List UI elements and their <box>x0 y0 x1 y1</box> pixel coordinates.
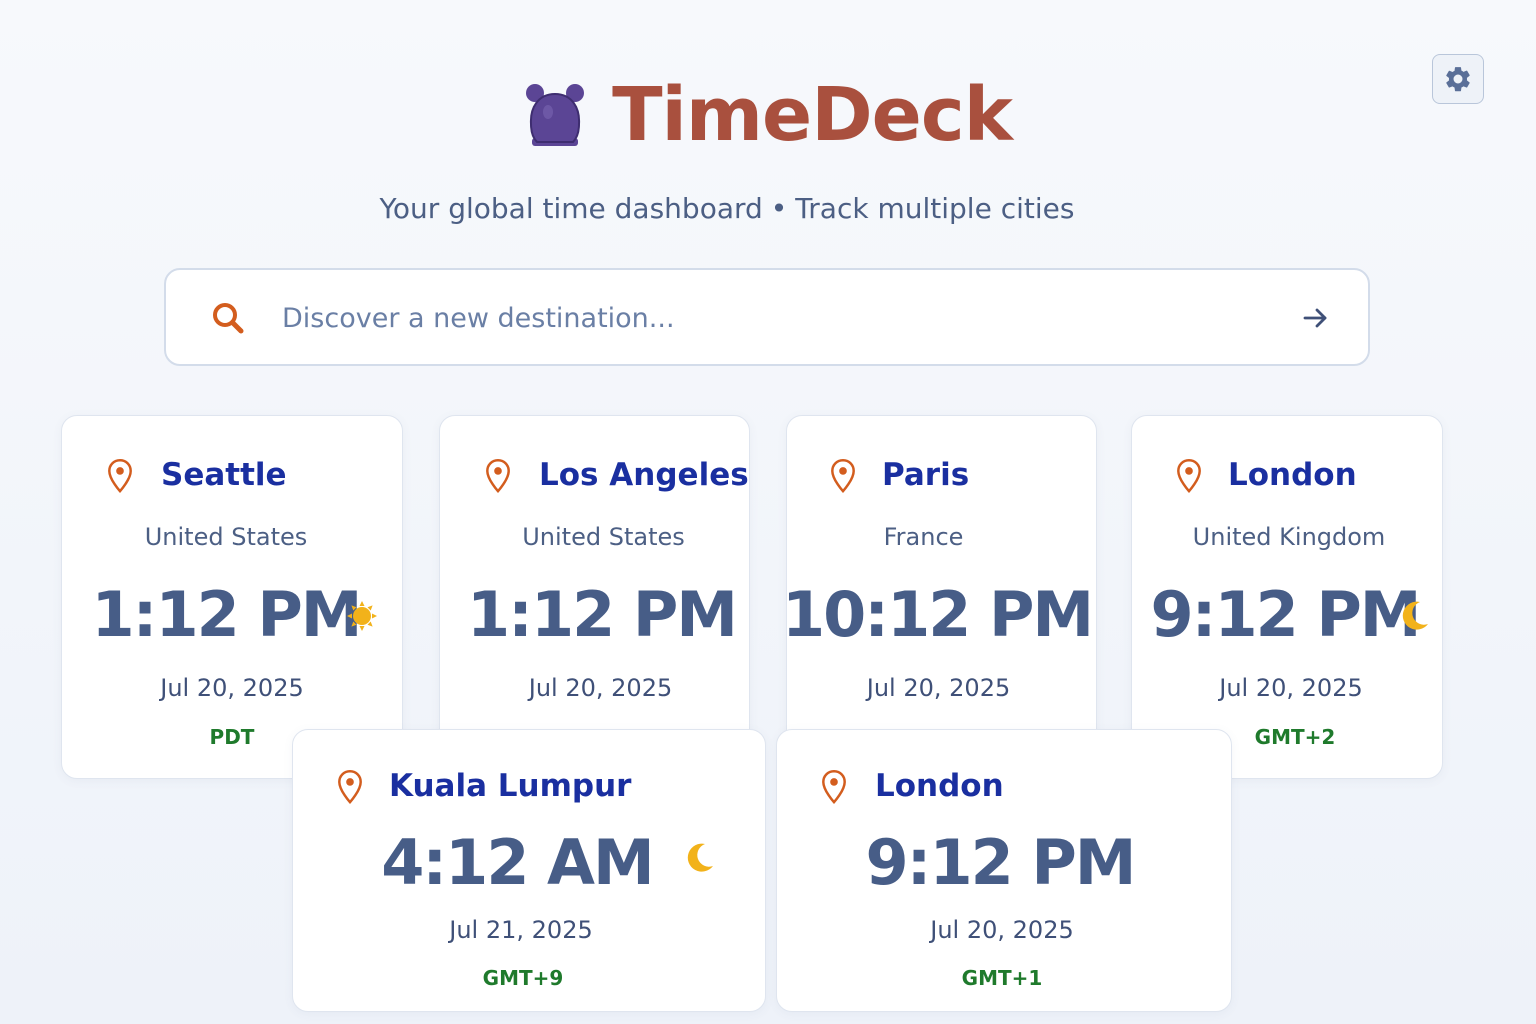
sun-icon <box>347 601 377 631</box>
local-date: Jul 21, 2025 <box>449 916 593 944</box>
city-card-paris[interactable]: Paris France 10:12 PM Jul 20, 2025 <box>782 415 1097 779</box>
moon-icon <box>1402 601 1428 630</box>
city-card-los-angeles[interactable]: Los Angeles United States 1:12 PM Jul 20… <box>439 415 750 779</box>
city-card-seattle[interactable]: Seattle United States 1:12 PM Jul 20, 20… <box>61 415 403 779</box>
location-pin-icon <box>338 770 362 805</box>
search-bar <box>164 268 1370 366</box>
location-pin-icon <box>486 459 510 494</box>
local-time: 9:12 PM <box>1150 578 1422 651</box>
timezone-badge: GMT+1 <box>961 966 1043 990</box>
city-name: London <box>875 768 1004 804</box>
moon-icon <box>687 843 713 872</box>
app-title: TimeDeck <box>612 72 1013 158</box>
location-pin-icon <box>1177 459 1201 494</box>
location-pin-icon <box>831 459 855 494</box>
local-date: Jul 20, 2025 <box>528 674 673 702</box>
search-icon <box>213 303 244 334</box>
country-name: France <box>883 523 964 551</box>
arrow-right-icon <box>1303 308 1327 328</box>
city-name: London <box>1228 457 1357 493</box>
city-card-london[interactable]: London United Kingdom 9:12 PM Jul 20, 20… <box>1131 415 1443 779</box>
brand-header: TimeDeck <box>0 78 1536 152</box>
subtitle-separator: • <box>770 192 788 225</box>
search-submit-button[interactable] <box>1296 300 1336 336</box>
city-name: Kuala Lumpur <box>389 768 632 804</box>
alarm-clock-icon <box>526 84 585 146</box>
city-name: Seattle <box>161 457 287 493</box>
app-subtitle: Your global time dashboard • Track multipl… <box>0 192 1454 225</box>
subtitle-right: Track multiple cities <box>795 192 1075 225</box>
local-time: 1:12 PM <box>467 578 738 651</box>
city-name: Los Angeles <box>539 457 749 493</box>
local-time: 10:12 PM <box>782 578 1094 651</box>
subtitle-left: Your global time dashboard <box>379 192 763 225</box>
timedeck-dashboard: TimeDeck Your global time dashboard • Trac… <box>0 0 1536 1024</box>
country-name: United Kingdom <box>1192 523 1386 551</box>
country-name: United States <box>522 523 685 551</box>
local-date: Jul 20, 2025 <box>1219 674 1363 702</box>
local-time: 9:12 PM <box>865 826 1137 899</box>
timezone-badge: GMT+9 <box>482 966 564 990</box>
location-pin-icon <box>108 459 132 494</box>
local-time: 1:12 PM <box>91 578 363 651</box>
city-card-kuala-lumpur[interactable]: Kuala Lumpur 4:12 AM Jul 21, 2025 GMT+9 <box>292 729 766 1012</box>
country-name: United States <box>144 523 308 551</box>
location-pin-icon <box>822 770 846 805</box>
search-input[interactable] <box>282 296 1262 340</box>
city-card-london-2[interactable]: London 9:12 PM Jul 20, 2025 GMT+1 <box>776 729 1232 1012</box>
local-date: Jul 20, 2025 <box>930 916 1074 944</box>
city-name: Paris <box>882 457 970 493</box>
local-date: Jul 20, 2025 <box>866 674 1011 702</box>
local-date: Jul 20, 2025 <box>160 674 304 702</box>
